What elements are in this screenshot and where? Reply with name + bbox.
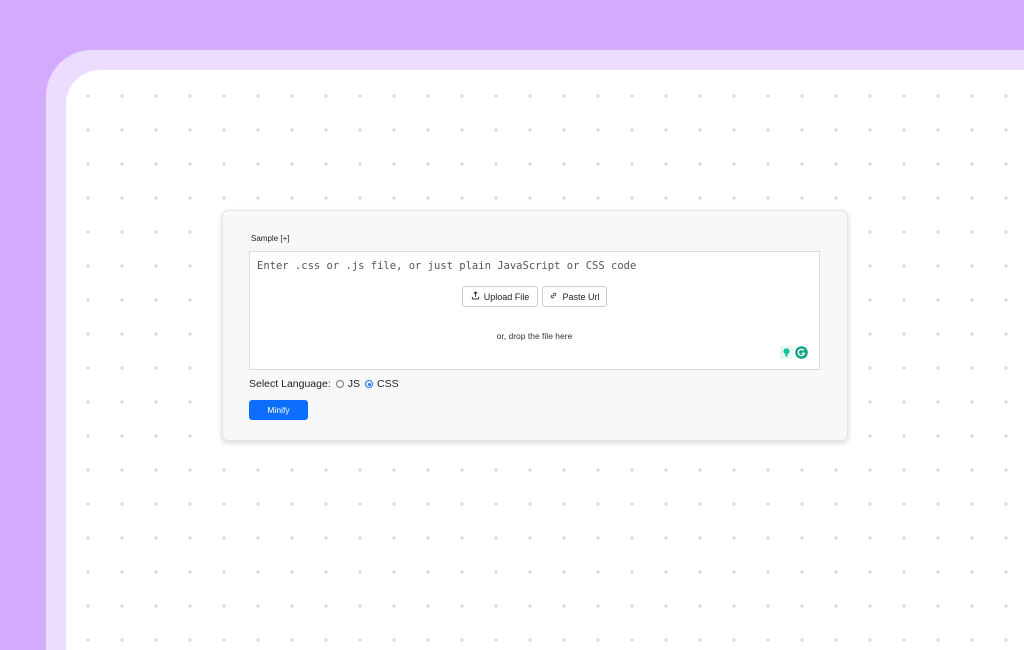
drop-file-hint: or, drop the file here: [496, 331, 573, 341]
upload-file-label: Upload File: [483, 291, 530, 302]
grammarly-widget[interactable]: [780, 346, 808, 359]
code-input-area[interactable]: Enter .css or .js file, or just plain Ja…: [249, 251, 820, 370]
language-selector: Select Language: JS CSS: [249, 378, 399, 390]
paste-url-label: Paste Url: [562, 291, 600, 302]
paste-url-button[interactable]: Paste Url: [542, 286, 607, 307]
upload-file-button[interactable]: Upload File: [462, 286, 538, 307]
grammarly-g-icon[interactable]: [795, 346, 808, 359]
upload-icon: [471, 291, 480, 302]
radio-js[interactable]: [335, 380, 344, 388]
link-icon: [549, 291, 558, 302]
code-input-placeholder: Enter .css or .js file, or just plain Ja…: [257, 260, 637, 272]
minifier-panel: Sample [+] Enter .css or .js file, or ju…: [222, 210, 848, 441]
language-label: Select Language:: [249, 378, 331, 390]
radio-js-label[interactable]: JS: [348, 378, 360, 390]
radio-css[interactable]: [365, 380, 373, 388]
radio-css-label[interactable]: CSS: [377, 378, 399, 390]
sample-link[interactable]: Sample [+]: [251, 234, 289, 243]
grammarly-bulb-icon[interactable]: [780, 346, 793, 359]
minify-button[interactable]: Minify: [249, 400, 308, 420]
